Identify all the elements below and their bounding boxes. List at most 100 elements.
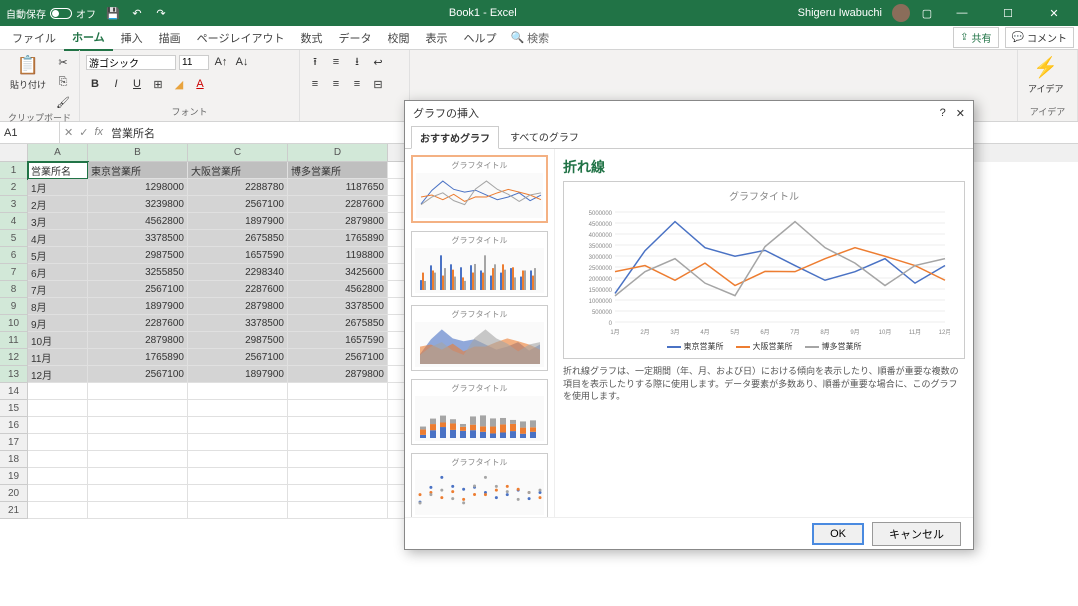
cell[interactable]	[28, 417, 88, 434]
cell[interactable]: 2567100	[188, 196, 288, 213]
cell[interactable]: 8月	[28, 298, 88, 315]
cell[interactable]: 2987500	[188, 332, 288, 349]
row-header[interactable]: 21	[0, 502, 28, 519]
row-header[interactable]: 4	[0, 213, 28, 230]
cell[interactable]: 3378500	[288, 298, 388, 315]
cell[interactable]	[88, 383, 188, 400]
cell[interactable]	[88, 400, 188, 417]
col-header[interactable]: D	[288, 144, 388, 162]
cell[interactable]	[288, 383, 388, 400]
cell[interactable]: 3239800	[88, 196, 188, 213]
cell[interactable]	[288, 502, 388, 519]
cell[interactable]: 2287600	[288, 196, 388, 213]
cell[interactable]: 3378500	[88, 230, 188, 247]
ribbon-tab-9[interactable]: ヘルプ	[455, 26, 504, 50]
row-header[interactable]: 10	[0, 315, 28, 332]
increase-font-icon[interactable]: A↑	[212, 53, 230, 71]
share-button[interactable]: ⇪ 共有	[953, 27, 998, 48]
row-header[interactable]: 15	[0, 400, 28, 417]
cell[interactable]	[88, 451, 188, 468]
chart-thumb-area[interactable]: グラフタイトル	[411, 305, 548, 371]
cell[interactable]: 3255850	[88, 264, 188, 281]
cell[interactable]: 1765890	[288, 230, 388, 247]
italic-button[interactable]: I	[107, 75, 125, 93]
row-header[interactable]: 6	[0, 247, 28, 264]
cell[interactable]: 4562800	[288, 281, 388, 298]
cell[interactable]: 11月	[28, 349, 88, 366]
ribbon-tab-2[interactable]: 挿入	[113, 26, 151, 50]
cell[interactable]	[88, 434, 188, 451]
cell[interactable]	[188, 502, 288, 519]
cell[interactable]: 2月	[28, 196, 88, 213]
paste-button[interactable]: 📋 貼り付け	[6, 53, 50, 93]
font-color-button[interactable]: A	[191, 75, 209, 93]
chart-thumb-clustered-bar[interactable]: グラフタイトル	[411, 231, 548, 297]
row-header[interactable]: 2	[0, 179, 28, 196]
fx-icon[interactable]: fx	[94, 126, 103, 139]
cut-icon[interactable]: ✂	[54, 53, 72, 71]
cell[interactable]	[188, 400, 288, 417]
cell[interactable]	[188, 417, 288, 434]
cancel-button[interactable]: キャンセル	[872, 522, 961, 546]
cell[interactable]: 東京営業所	[88, 162, 188, 179]
name-box[interactable]: A1	[0, 122, 60, 143]
cell[interactable]: 3425600	[288, 264, 388, 281]
cell[interactable]	[28, 434, 88, 451]
cell[interactable]: 2675850	[188, 230, 288, 247]
cell[interactable]	[188, 434, 288, 451]
decrease-font-icon[interactable]: A↓	[233, 53, 251, 71]
row-header[interactable]: 17	[0, 434, 28, 451]
cell[interactable]: 2675850	[288, 315, 388, 332]
row-header[interactable]: 7	[0, 264, 28, 281]
font-size-select[interactable]	[179, 55, 209, 70]
redo-icon[interactable]: ↷	[154, 6, 168, 20]
row-header[interactable]: 14	[0, 383, 28, 400]
cell[interactable]	[28, 485, 88, 502]
cell[interactable]	[188, 485, 288, 502]
cell[interactable]: 博多営業所	[288, 162, 388, 179]
cell[interactable]: 1298000	[88, 179, 188, 196]
border-button[interactable]: ⊞	[149, 75, 167, 93]
row-header[interactable]: 3	[0, 196, 28, 213]
cell[interactable]: 2987500	[88, 247, 188, 264]
cell[interactable]: 1月	[28, 179, 88, 196]
align-center-icon[interactable]: ≡	[327, 75, 345, 93]
underline-button[interactable]: U	[128, 75, 146, 93]
chart-thumb-scatter[interactable]: グラフタイトル	[411, 453, 548, 517]
ribbon-tab-3[interactable]: 描画	[151, 26, 189, 50]
dialog-close-icon[interactable]: ✕	[956, 107, 965, 120]
ribbon-tab-6[interactable]: データ	[330, 26, 379, 50]
fill-color-button[interactable]: ◢	[170, 75, 188, 93]
cell[interactable]: 2287600	[188, 281, 288, 298]
ribbon-tab-5[interactable]: 数式	[292, 26, 330, 50]
col-header[interactable]: B	[88, 144, 188, 162]
cell[interactable]	[28, 383, 88, 400]
cell[interactable]	[288, 468, 388, 485]
cell[interactable]: 9月	[28, 315, 88, 332]
row-header[interactable]: 1	[0, 162, 28, 179]
cell[interactable]: 営業所名	[28, 162, 88, 179]
cell[interactable]	[188, 451, 288, 468]
close-button[interactable]: ✕	[1036, 0, 1072, 26]
undo-icon[interactable]: ↶	[130, 6, 144, 20]
ribbon-display-icon[interactable]: ▢	[920, 6, 934, 20]
ribbon-tab-8[interactable]: 表示	[417, 26, 455, 50]
ribbon-tab-4[interactable]: ページレイアウト	[189, 26, 293, 50]
cell[interactable]: 2879800	[288, 366, 388, 383]
comment-button[interactable]: 💬 コメント	[1005, 27, 1074, 48]
row-header[interactable]: 12	[0, 349, 28, 366]
cell[interactable]	[188, 468, 288, 485]
cell[interactable]: 2567100	[88, 281, 188, 298]
cell[interactable]: 2298340	[188, 264, 288, 281]
cell[interactable]: 1897900	[188, 213, 288, 230]
cell[interactable]: 1765890	[88, 349, 188, 366]
cancel-formula-icon[interactable]: ✕	[64, 126, 73, 139]
align-left-icon[interactable]: ≡	[306, 75, 324, 93]
ribbon-tab-7[interactable]: 校閲	[379, 26, 417, 50]
wrap-text-icon[interactable]: ↩	[369, 53, 387, 71]
font-name-select[interactable]	[86, 55, 176, 70]
cell[interactable]	[28, 451, 88, 468]
cell[interactable]: 10月	[28, 332, 88, 349]
row-header[interactable]: 19	[0, 468, 28, 485]
ideas-button[interactable]: ⚡ アイデア	[1024, 53, 1068, 97]
